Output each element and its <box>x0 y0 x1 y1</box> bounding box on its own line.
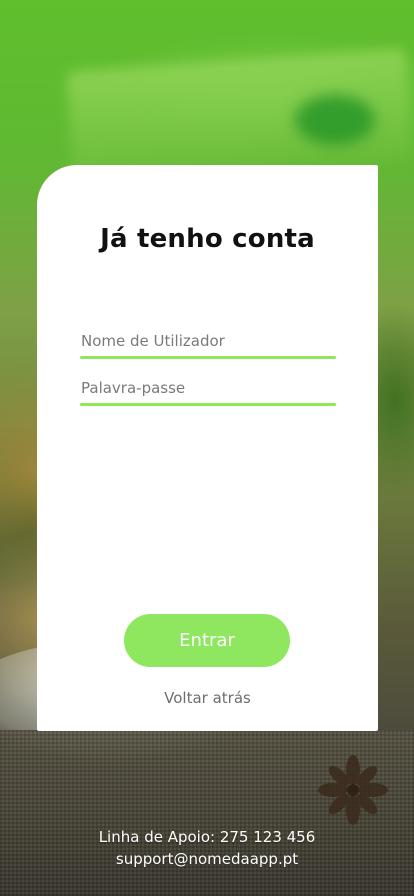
password-underline <box>80 403 336 406</box>
username-underline <box>80 356 336 359</box>
support-footer: Linha de Apoio: 275 123 456 support@nome… <box>0 826 414 870</box>
page-title: Já tenho conta <box>100 224 315 254</box>
star-anise-decoration <box>318 755 388 825</box>
background-herb <box>295 95 375 145</box>
username-input[interactable] <box>80 326 336 356</box>
password-field <box>80 373 336 406</box>
password-input[interactable] <box>80 373 336 403</box>
support-email[interactable]: support@nomedaapp.pt <box>0 848 414 870</box>
back-link[interactable]: Voltar atrás <box>37 689 378 707</box>
login-button[interactable]: Entrar <box>124 614 290 667</box>
login-card: Já tenho conta Entrar Voltar atrás <box>37 165 378 731</box>
support-phone: Linha de Apoio: 275 123 456 <box>98 828 316 846</box>
username-field <box>80 326 336 359</box>
